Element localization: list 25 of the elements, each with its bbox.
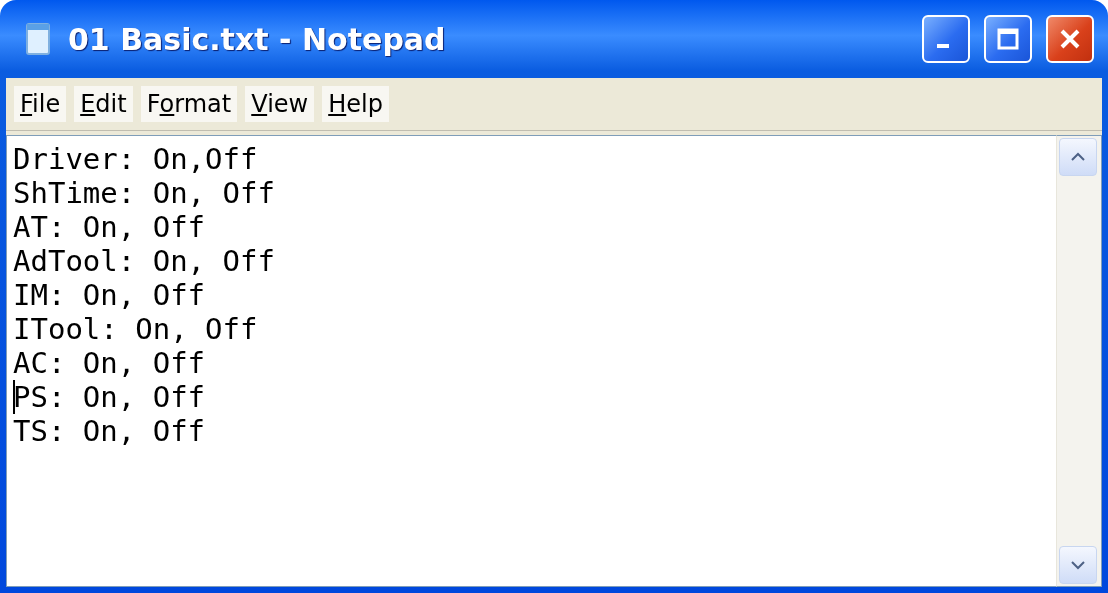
minimize-icon (937, 44, 949, 48)
scroll-up-button[interactable] (1059, 138, 1097, 176)
close-button[interactable] (1046, 15, 1094, 63)
menu-item[interactable]: Help (322, 86, 389, 122)
text-line: PS: On, Off (13, 380, 207, 414)
text-line: AT: On, Off (13, 210, 207, 244)
maximize-button[interactable] (984, 15, 1032, 63)
text-line: ShTime: On, Off (13, 176, 276, 210)
menu-item[interactable]: Format (140, 86, 238, 122)
window-title: 01 Basic.txt - Notepad (68, 21, 447, 57)
vertical-scrollbar[interactable] (1056, 135, 1102, 587)
minimize-button[interactable] (922, 15, 970, 63)
text-line: TS: On, Off (13, 414, 207, 448)
text-line: AdTool: On, Off (13, 244, 276, 278)
text-line: IM: On, Off (13, 278, 207, 312)
close-icon (1058, 27, 1082, 51)
text-line: ITool: On, Off (13, 312, 259, 346)
scroll-down-button[interactable] (1059, 546, 1097, 584)
menu-item[interactable]: Edit (74, 86, 133, 122)
text-line: Driver: On,Off (13, 142, 259, 176)
menu-item[interactable]: File (14, 86, 67, 122)
menu-item[interactable]: View (245, 86, 315, 122)
text-line: AC: On, Off (13, 346, 207, 380)
maximize-icon (996, 27, 1020, 51)
text-area[interactable]: Driver: On,Off ShTime: On, Off AT: On, Off AdTool: On, Off IM: On, Off ITool: On, Off AC: On, Off PS: On, Off TS: On, Off (6, 135, 1056, 587)
